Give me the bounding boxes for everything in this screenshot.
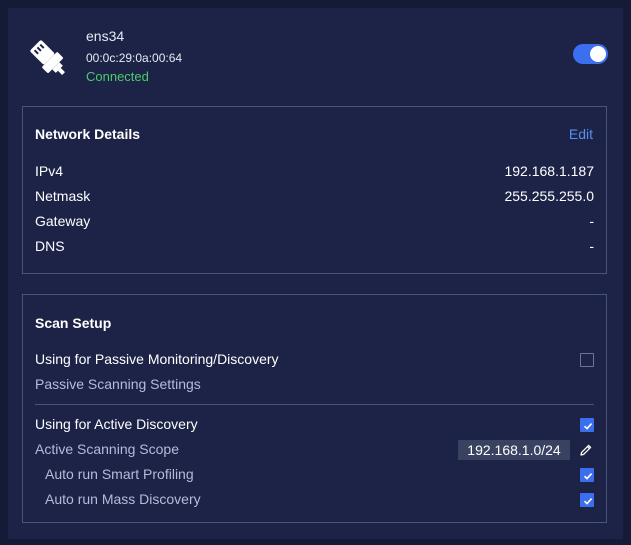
active-discovery-checkbox[interactable] [580,418,594,432]
scan-setup-title: Scan Setup [35,315,112,331]
mass-discovery-row: Auto run Mass Discovery [45,491,594,511]
passive-monitoring-checkbox[interactable] [580,353,594,367]
network-details-card: Network Details Edit IPv4 192.168.1.187 … [22,106,607,274]
interface-name: ens34 [86,28,125,44]
active-discovery-label: Using for Active Discovery [35,416,198,432]
toggle-knob [590,46,606,62]
pencil-icon[interactable] [579,443,593,457]
check-icon [583,498,593,505]
interface-header: ens34 00:0c:29:0a:00:64 Connected [8,8,623,106]
network-details-title: Network Details [35,126,141,142]
mass-discovery-label: Auto run Mass Discovery [45,491,201,507]
mass-discovery-checkbox[interactable] [580,493,594,507]
detail-value: - [589,213,594,229]
detail-value: 192.168.1.187 [504,163,594,179]
passive-monitoring-label: Using for Passive Monitoring/Discovery [35,351,279,367]
passive-settings-link[interactable]: Passive Scanning Settings [35,376,201,392]
connection-status: Connected [86,69,149,84]
detail-row-dns: DNS - [35,238,594,258]
edit-network-link[interactable]: Edit [569,126,593,142]
detail-label: DNS [35,238,65,254]
section-divider [35,404,594,405]
active-scope-label: Active Scanning Scope [35,441,179,457]
detail-value: 255.255.255.0 [504,188,594,204]
check-icon [583,423,593,430]
smart-profiling-label: Auto run Smart Profiling [45,466,194,482]
mac-address: 00:0c:29:0a:00:64 [86,51,183,65]
passive-settings-row[interactable]: Passive Scanning Settings [35,376,594,396]
smart-profiling-checkbox[interactable] [580,468,594,482]
ethernet-plug-icon [26,36,70,80]
detail-label: Netmask [35,188,91,204]
interface-panel: ens34 00:0c:29:0a:00:64 Connected Networ… [8,8,623,539]
detail-row-ipv4: IPv4 192.168.1.187 [35,163,594,183]
active-scope-value[interactable]: 192.168.1.0/24 [458,440,570,460]
active-discovery-row: Using for Active Discovery [35,416,594,436]
detail-row-netmask: Netmask 255.255.255.0 [35,188,594,208]
detail-label: Gateway [35,213,91,229]
detail-value: - [589,238,594,254]
interface-enable-toggle[interactable] [573,44,608,64]
passive-monitoring-row: Using for Passive Monitoring/Discovery [35,351,594,371]
scan-setup-card: Scan Setup Using for Passive Monitoring/… [22,294,607,523]
detail-row-gateway: Gateway - [35,213,594,233]
detail-label: IPv4 [35,163,64,179]
check-icon [583,473,593,480]
smart-profiling-row: Auto run Smart Profiling [45,466,594,486]
